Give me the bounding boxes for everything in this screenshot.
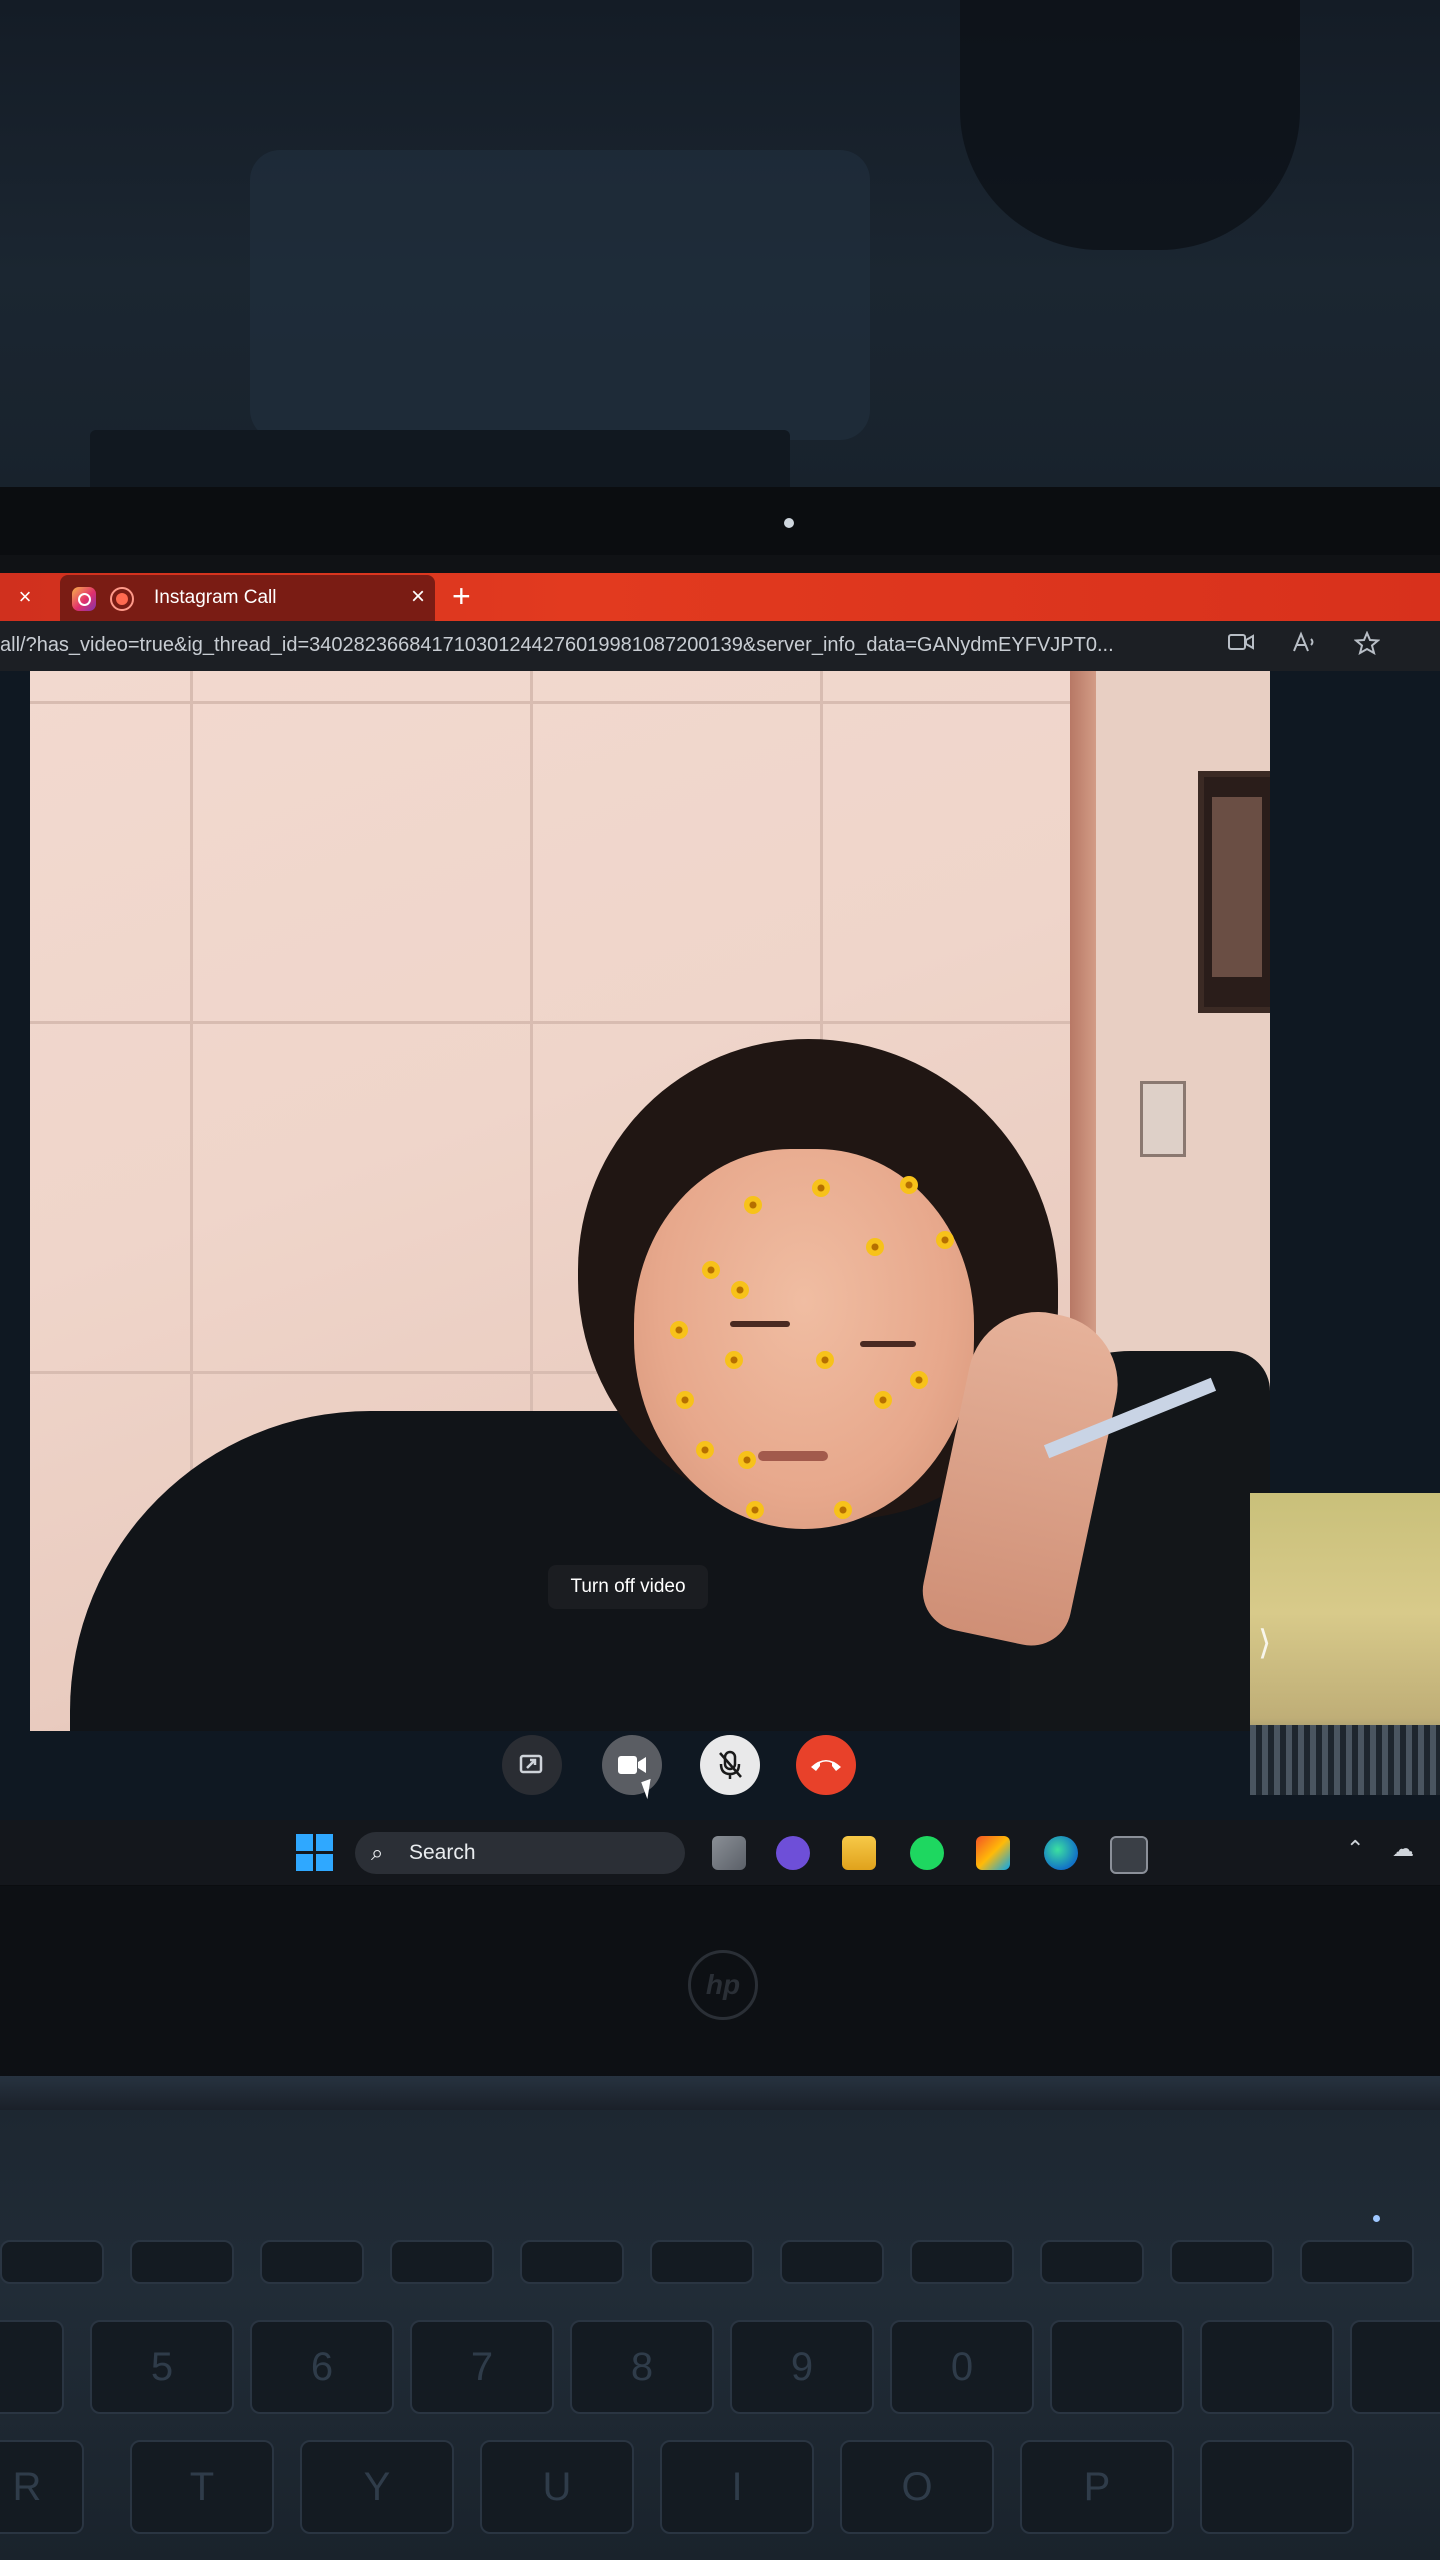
keyboard-key[interactable]: [1050, 2320, 1184, 2414]
turn-off-video-tooltip: Turn off video: [548, 1565, 708, 1609]
keyboard-key-t[interactable]: T: [130, 2440, 274, 2534]
background-object: [960, 0, 1300, 250]
share-screen-button[interactable]: [502, 1735, 562, 1795]
windows-start-icon[interactable]: [296, 1834, 334, 1872]
keyboard-key[interactable]: [0, 2240, 104, 2284]
webcam: [784, 518, 794, 528]
person-face: [634, 1149, 974, 1529]
browser-tab-bar: × Instagram Call × +: [0, 573, 1440, 621]
keyboard-key-i[interactable]: I: [660, 2440, 814, 2534]
keyboard-key[interactable]: [1200, 2440, 1354, 2534]
video-camera-icon[interactable]: [1228, 631, 1254, 660]
background-object: [250, 150, 870, 440]
onedrive-cloud-icon[interactable]: ☁: [1392, 1836, 1414, 1862]
window-close-button[interactable]: ×: [0, 573, 50, 621]
keyboard-key-r[interactable]: R: [0, 2440, 84, 2534]
spotify-icon[interactable]: [910, 1836, 944, 1870]
keyboard-key-6[interactable]: 6: [250, 2320, 394, 2414]
windows-taskbar: ⌕ Search ⌃ ☁: [0, 1820, 1440, 1885]
microsoft-store-icon[interactable]: [976, 1836, 1010, 1870]
url-text[interactable]: all/?has_video=true&ig_thread_id=3402823…: [0, 634, 1210, 657]
recording-icon: [110, 587, 134, 611]
keyboard-key-y[interactable]: Y: [300, 2440, 454, 2534]
instagram-icon: [72, 587, 96, 611]
keyboard-key-u[interactable]: U: [480, 2440, 634, 2534]
favorite-star-icon[interactable]: [1353, 630, 1381, 662]
new-tab-button[interactable]: +: [452, 579, 471, 613]
read-aloud-icon[interactable]: [1292, 631, 1318, 662]
screen-share-icon: [519, 1754, 543, 1774]
keyboard-key[interactable]: [260, 2240, 364, 2284]
background-room: [0, 0, 1440, 500]
file-explorer-icon[interactable]: [842, 1836, 876, 1870]
keyboard-key-9[interactable]: 9: [730, 2320, 874, 2414]
wall-picture-frame: [1198, 771, 1270, 1013]
keyboard-key[interactable]: [650, 2240, 754, 2284]
mute-microphone-button[interactable]: [700, 1735, 760, 1795]
keyboard-key[interactable]: [1040, 2240, 1144, 2284]
keyboard-key-0[interactable]: 0: [890, 2320, 1034, 2414]
keyboard-key[interactable]: [390, 2240, 494, 2284]
keyboard-key-7[interactable]: 7: [410, 2320, 554, 2414]
collapse-self-view-icon[interactable]: ⟩: [1258, 1623, 1271, 1663]
address-bar[interactable]: all/?has_video=true&ig_thread_id=3402823…: [0, 621, 1440, 671]
video-camera-icon: [618, 1756, 646, 1774]
wall-switch: [1140, 1081, 1186, 1157]
keyboard-key-o[interactable]: O: [840, 2440, 994, 2534]
tab-title: Instagram Call: [154, 587, 277, 608]
microphone-off-icon: [719, 1750, 742, 1779]
taskbar-search[interactable]: ⌕ Search: [355, 1832, 685, 1874]
keyboard-key[interactable]: [1300, 2240, 1414, 2284]
teams-icon[interactable]: [776, 1836, 810, 1870]
keyboard-key[interactable]: [1170, 2240, 1274, 2284]
power-indicator: [1373, 2215, 1380, 2222]
call-content-area: ⟩: [0, 671, 1440, 1885]
end-call-button[interactable]: [796, 1735, 856, 1795]
edge-icon[interactable]: [1044, 1836, 1078, 1870]
laptop-screen: × Instagram Call × + all/?has_video=true…: [0, 555, 1440, 1885]
tab-close-button[interactable]: ×: [411, 583, 425, 611]
keyboard-key-p[interactable]: P: [1020, 2440, 1174, 2534]
keyboard-key[interactable]: [130, 2240, 234, 2284]
keyboard-key[interactable]: [0, 2320, 64, 2414]
keyboard-key[interactable]: [520, 2240, 624, 2284]
tab-instagram-call[interactable]: Instagram Call ×: [60, 575, 435, 621]
keyboard-key[interactable]: [1350, 2320, 1440, 2414]
self-view-video[interactable]: ⟩: [1250, 1493, 1440, 1795]
keyboard-key[interactable]: [910, 2240, 1014, 2284]
keyboard-key-8[interactable]: 8: [570, 2320, 714, 2414]
chevron-up-icon[interactable]: ⌃: [1346, 1836, 1364, 1862]
keyboard-key[interactable]: [1200, 2320, 1334, 2414]
keyboard-key-5[interactable]: 5: [90, 2320, 234, 2414]
app-icon[interactable]: [1110, 1836, 1148, 1874]
keyboard-key[interactable]: [780, 2240, 884, 2284]
search-icon: ⌕: [371, 1840, 384, 1865]
search-label: Search: [409, 1841, 476, 1864]
laptop-hinge: [0, 2076, 1440, 2110]
phone-hangup-icon: [811, 1760, 841, 1771]
hp-logo: hp: [688, 1950, 758, 2020]
task-view-icon[interactable]: [712, 1836, 746, 1870]
